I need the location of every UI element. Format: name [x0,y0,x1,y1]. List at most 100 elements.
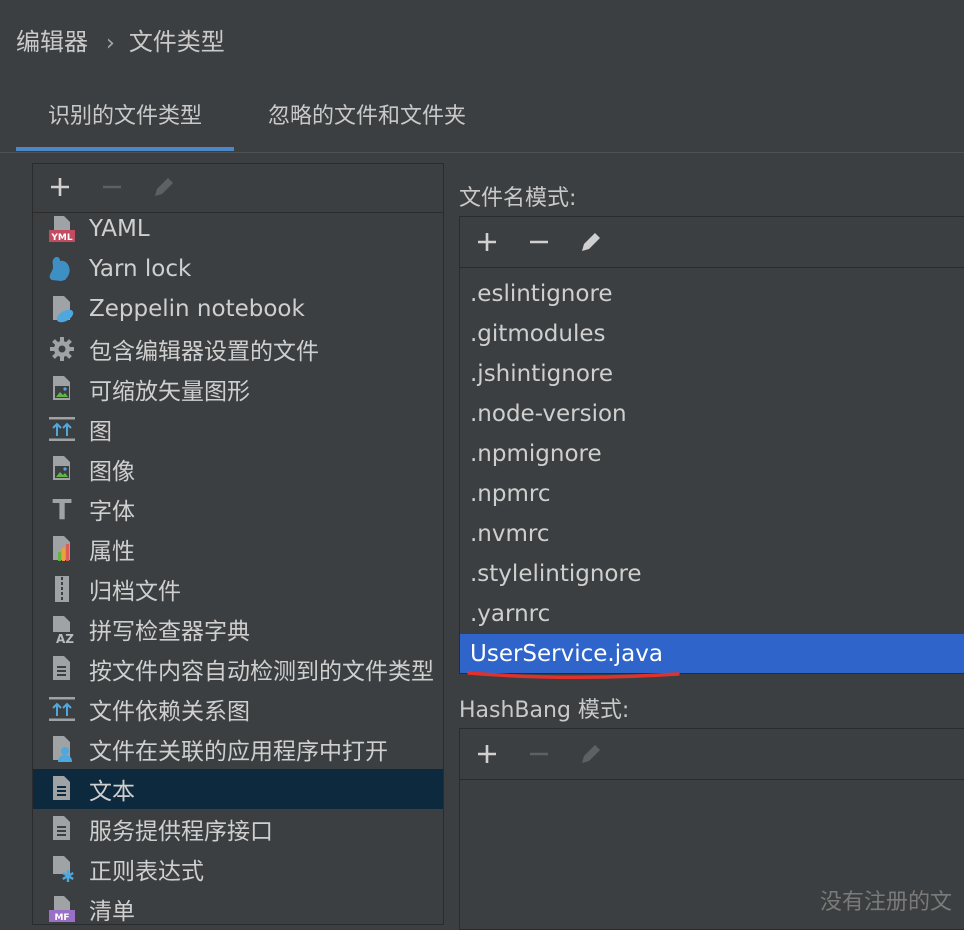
list-item[interactable]: 服务提供程序接口 [33,809,443,849]
image-file-icon [47,454,77,484]
hashbang-toolbar [460,729,964,780]
file-type-label: 字体 [89,499,135,525]
add-hashbang-button[interactable] [470,737,504,771]
gear-icon [47,334,77,364]
list-item[interactable]: 图像 [33,449,443,489]
file-types-list: YML YAML Yarn lock Zeppelin notebook 包含编… [33,209,443,925]
empty-list-hint: 没有注册的文 [820,890,953,915]
file-type-label: 图 [89,419,112,445]
pattern-item[interactable]: .jshintignore [460,354,964,394]
font-icon: T [52,492,72,526]
text-file-icon [47,774,77,804]
list-item[interactable]: YML YAML [33,209,443,249]
file-type-label: 服务提供程序接口 [89,819,273,845]
autodetect-file-icon [47,654,77,684]
add-file-type-button[interactable] [43,170,77,204]
dependency-diagram-icon [47,694,77,724]
pencil-icon [582,745,600,763]
minus-icon [530,752,548,756]
list-item[interactable]: T 字体 [33,489,443,529]
list-item[interactable]: 属性 [33,529,443,569]
plus-icon [51,178,69,196]
list-item[interactable]: 文件在关联的应用程序中打开 [33,729,443,769]
list-item[interactable]: AZ 拼写检查器字典 [33,609,443,649]
svg-text:MF: MF [54,913,69,923]
list-item[interactable]: 可缩放矢量图形 [33,369,443,409]
breadcrumb-current: 文件类型 [128,28,225,56]
minus-icon [103,185,121,189]
list-item[interactable]: 按文件内容自动检测到的文件类型 [33,649,443,689]
pattern-item-selected[interactable]: UserService.java [460,634,964,673]
breadcrumb-parent[interactable]: 编辑器 [16,28,88,56]
file-type-label: 包含编辑器设置的文件 [89,339,319,365]
edit-pattern-button[interactable] [574,225,608,259]
file-type-label: YAML [89,216,150,242]
properties-file-icon [47,534,77,564]
pattern-item[interactable]: .stylelintignore [460,554,964,594]
tab-ignored-files-and-folders[interactable]: 忽略的文件和文件夹 [244,94,490,150]
file-types-panel: YML YAML Yarn lock Zeppelin notebook 包含编… [32,163,444,925]
associated-app-file-icon [47,734,77,764]
spi-file-icon [47,814,77,844]
remove-pattern-button[interactable] [522,225,556,259]
plus-icon [478,745,496,763]
filename-patterns-toolbar [460,217,964,268]
list-item[interactable]: 正则表达式 [33,849,443,889]
archive-file-icon [47,574,77,604]
pencil-icon [582,233,600,251]
file-type-label: 拼写检查器字典 [89,619,250,645]
pattern-item[interactable]: .gitmodules [460,314,964,354]
edit-file-type-button[interactable] [147,170,181,204]
list-item[interactable]: 图 [33,409,443,449]
file-type-label: Zeppelin notebook [89,296,305,322]
file-type-label: 图像 [89,459,135,485]
red-underline-annotation [467,671,680,680]
list-item[interactable]: Yarn lock [33,249,443,289]
filename-patterns-label: 文件名模式: [459,186,577,211]
file-type-label: 按文件内容自动检测到的文件类型 [89,659,434,685]
yarn-icon [47,254,77,284]
file-type-label: 属性 [89,539,135,565]
list-item[interactable]: 文本 [33,769,443,809]
svg-text:YML: YML [50,233,72,243]
breadcrumb: 编辑器 › 文件类型 [16,22,225,57]
add-pattern-button[interactable] [470,225,504,259]
pattern-item[interactable]: .npmrc [460,474,964,514]
file-type-label: 正则表达式 [89,859,204,885]
hashbang-patterns-label: HashBang 模式: [459,698,630,723]
list-item[interactable]: 文件依赖关系图 [33,689,443,729]
remove-hashbang-button[interactable] [522,737,556,771]
tab-recognized-file-types[interactable]: 识别的文件类型 [16,94,234,151]
remove-file-type-button[interactable] [95,170,129,204]
svg-text:AZ: AZ [56,632,74,644]
pencil-icon [155,178,173,196]
dictionary-file-icon: AZ [47,614,77,644]
breadcrumb-separator-icon: › [106,31,115,56]
list-item[interactable]: 归档文件 [33,569,443,609]
file-type-label: 文件在关联的应用程序中打开 [89,739,388,765]
file-type-label: 文本 [89,779,135,805]
svg-image-file-icon [47,374,77,404]
file-types-toolbar [33,164,443,213]
regexp-file-icon [47,854,77,884]
filename-patterns-panel: .eslintignore .gitmodules .jshintignore … [459,216,964,674]
pattern-item[interactable]: .eslintignore [460,274,964,314]
pattern-item[interactable]: .npmignore [460,434,964,474]
filename-patterns-list: .eslintignore .gitmodules .jshintignore … [460,268,964,673]
file-type-label: 文件依赖关系图 [89,699,250,725]
list-item[interactable]: 包含编辑器设置的文件 [33,329,443,369]
pattern-item[interactable]: .nvmrc [460,514,964,554]
pattern-item[interactable]: .yarnrc [460,594,964,634]
file-type-label: 归档文件 [89,579,181,605]
file-type-label: 清单 [89,899,135,925]
zeppelin-notebook-icon [47,294,77,324]
file-type-label: 可缩放矢量图形 [89,379,250,405]
edit-hashbang-button[interactable] [574,737,608,771]
yaml-file-icon: YML [47,214,77,244]
list-item[interactable]: Zeppelin notebook [33,289,443,329]
plus-icon [478,233,496,251]
diagram-icon [47,414,77,444]
pattern-item[interactable]: .node-version [460,394,964,434]
tab-bar: 识别的文件类型 忽略的文件和文件夹 [0,94,964,153]
file-type-label: Yarn lock [89,256,192,282]
